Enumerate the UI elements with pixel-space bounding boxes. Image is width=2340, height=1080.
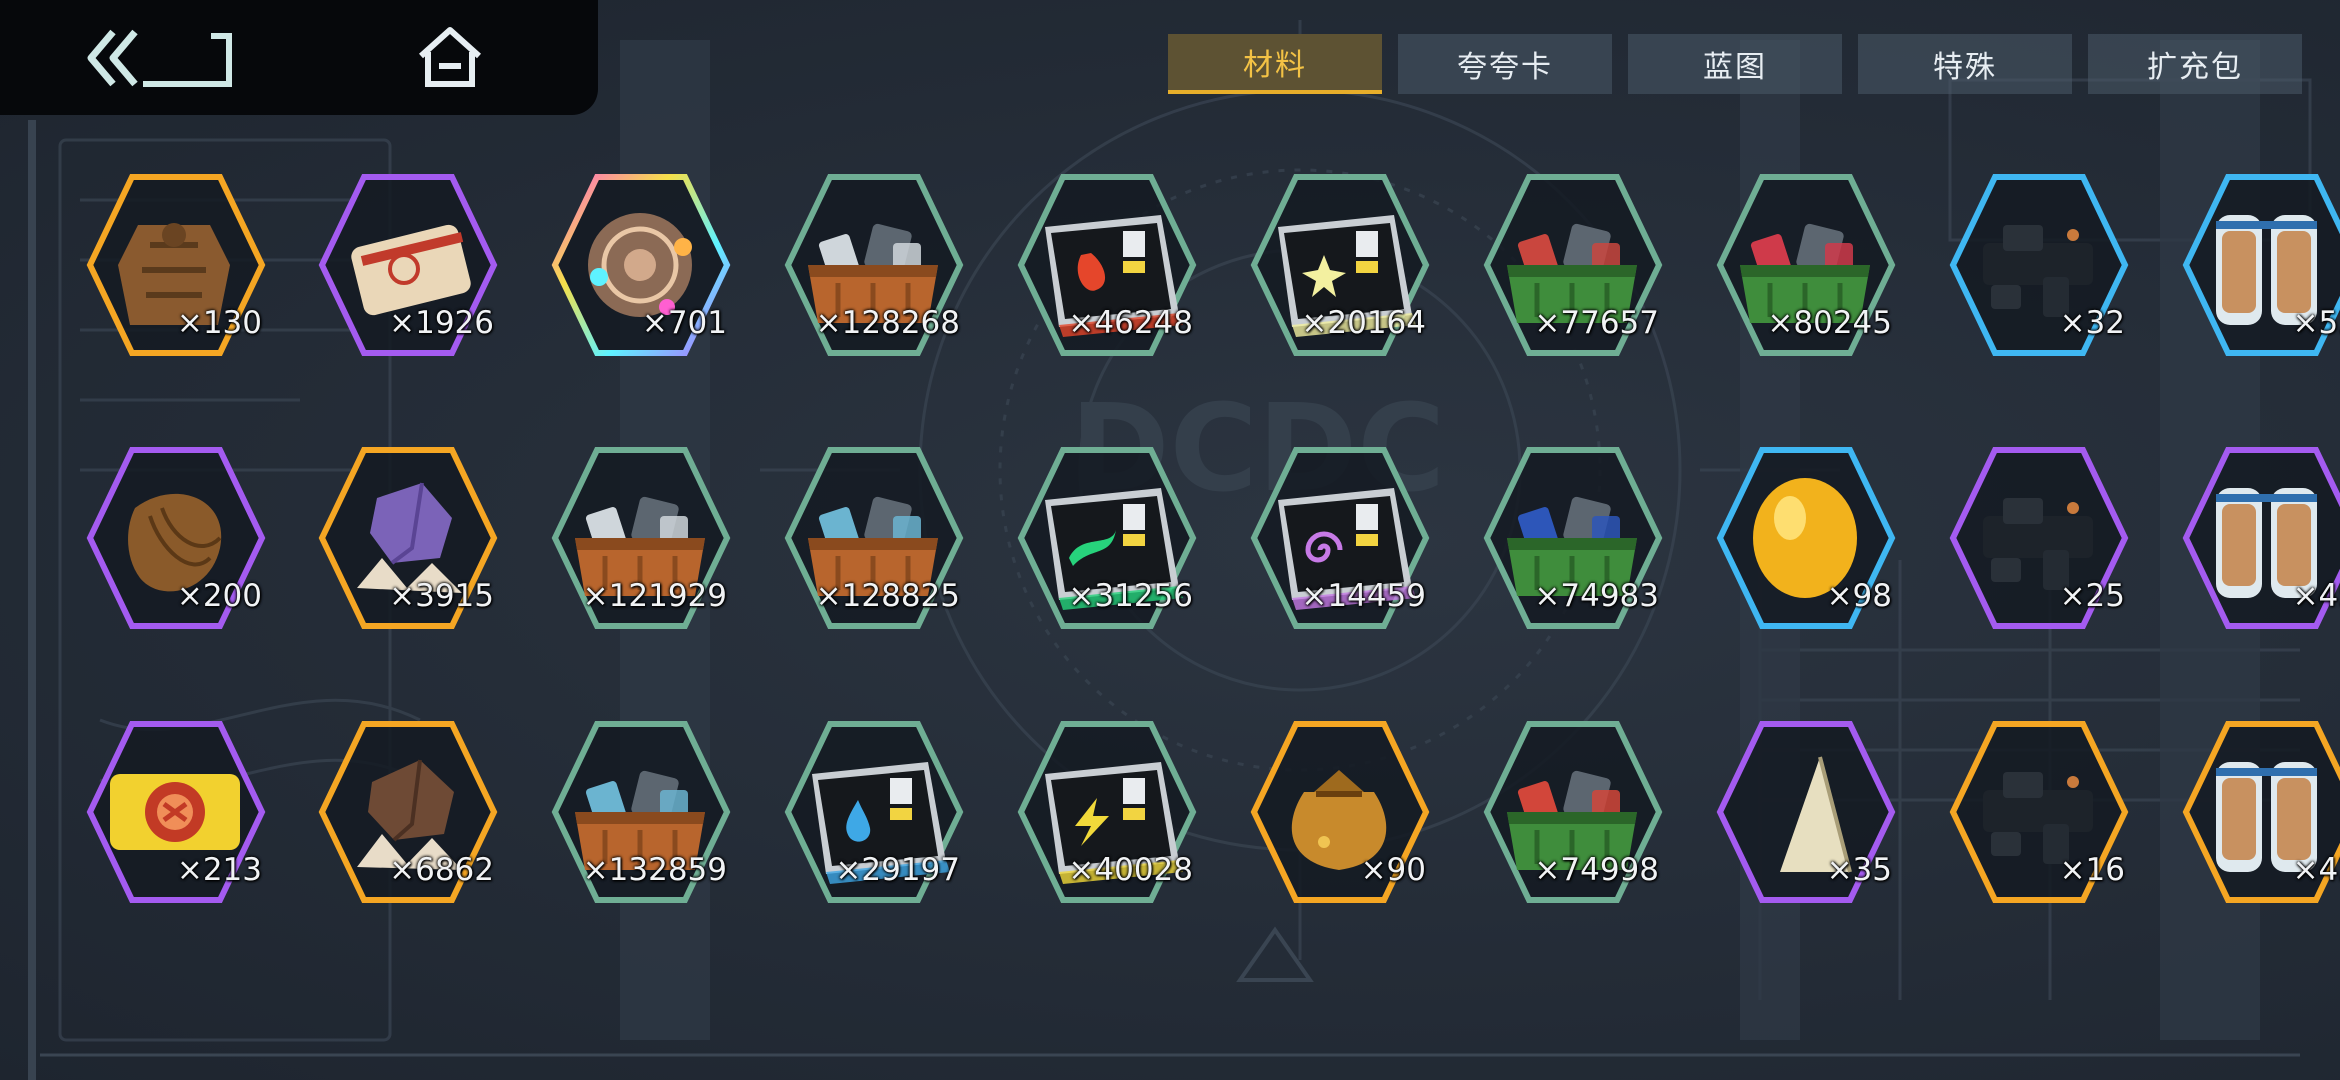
- inventory-screen: DCDC 材料 夸夸卡 蓝图 特殊 扩充包 ×130 ×1926 ×701 ×1…: [0, 0, 2340, 1080]
- mech-part-crate-item[interactable]: ×128825: [778, 438, 968, 638]
- item-count: ×200: [176, 578, 262, 614]
- double-chevron-back-icon: [87, 29, 232, 87]
- boot-crate-item[interactable]: ×74983: [1477, 438, 1667, 638]
- item-count: ×80245: [1767, 305, 1892, 341]
- star-chip-box-item[interactable]: ×20164: [1244, 165, 1434, 365]
- item-count: ×3915: [389, 578, 494, 614]
- toy-crate-item[interactable]: ×77657: [1477, 165, 1667, 365]
- item-count: ×20164: [1301, 305, 1426, 341]
- item-count: ×35: [1826, 852, 1892, 888]
- capsule-canister-item[interactable]: ×42: [2176, 712, 2340, 912]
- wind-chip-box-item[interactable]: ×31256: [1011, 438, 1201, 638]
- item-count: ×132859: [582, 852, 727, 888]
- item-count: ×45: [2292, 578, 2340, 614]
- item-count: ×1926: [389, 305, 494, 341]
- spiral-chip-box-item[interactable]: ×14459: [1244, 438, 1434, 638]
- left-rail: [28, 120, 36, 1080]
- item-count: ×16: [2059, 852, 2125, 888]
- weapon-part-item[interactable]: ×16: [1943, 712, 2133, 912]
- item-count: ×6862: [389, 852, 494, 888]
- item-art-icon: [588, 213, 692, 317]
- purple-crystal-item[interactable]: ×3915: [312, 438, 502, 638]
- pipe-crate-item[interactable]: ×121929: [545, 438, 735, 638]
- capsule-canister-item[interactable]: ×45: [2176, 438, 2340, 638]
- item-count: ×90: [1360, 852, 1426, 888]
- bronze-shell-item[interactable]: ×200: [80, 438, 270, 638]
- fire-ticket-item[interactable]: ×213: [80, 712, 270, 912]
- item-count: ×29197: [835, 852, 960, 888]
- weapon-part-item[interactable]: ×32: [1943, 165, 2133, 365]
- tool-crate-item[interactable]: ×128268: [778, 165, 968, 365]
- item-count: ×53: [2292, 305, 2340, 341]
- beige-wedge-item[interactable]: ×35: [1710, 712, 1900, 912]
- water-chip-box-item[interactable]: ×29197: [778, 712, 968, 912]
- rainbow-orb-item[interactable]: ×701: [545, 165, 735, 365]
- item-count: ×25: [2059, 578, 2125, 614]
- item-count: ×74998: [1534, 852, 1659, 888]
- gadget-crate-item[interactable]: ×74998: [1477, 712, 1667, 912]
- item-count: ×128825: [815, 578, 960, 614]
- tab-blueprints[interactable]: 蓝图: [1628, 34, 1842, 94]
- tab-praise-cards[interactable]: 夸夸卡: [1398, 34, 1612, 94]
- item-count: ×77657: [1534, 305, 1659, 341]
- item-count: ×130: [176, 305, 262, 341]
- tab-special[interactable]: 特殊: [1858, 34, 2072, 94]
- home-button[interactable]: [375, 18, 525, 98]
- item-count: ×128268: [815, 305, 960, 341]
- item-count: ×31256: [1068, 578, 1193, 614]
- gold-sack-item[interactable]: ×90: [1244, 712, 1434, 912]
- item-count: ×14459: [1301, 578, 1426, 614]
- item-count: ×42: [2292, 852, 2340, 888]
- fire-chip-box-item[interactable]: ×46248: [1011, 165, 1201, 365]
- amber-gem-item[interactable]: ×98: [1710, 438, 1900, 638]
- weapon-part-item[interactable]: ×25: [1943, 438, 2133, 638]
- item-count: ×213: [176, 852, 262, 888]
- item-count: ×32: [2059, 305, 2125, 341]
- brown-crystal-item[interactable]: ×6862: [312, 712, 502, 912]
- talisman-scroll-item[interactable]: ×1926: [312, 165, 502, 365]
- body-armor-item[interactable]: ×130: [80, 165, 270, 365]
- category-tabs: 材料 夸夸卡 蓝图 特殊 扩充包: [1168, 34, 2302, 94]
- tab-expansion-packs[interactable]: 扩充包: [2088, 34, 2302, 94]
- item-count: ×74983: [1534, 578, 1659, 614]
- blue-tool-crate-item[interactable]: ×132859: [545, 712, 735, 912]
- tab-materials[interactable]: 材料: [1168, 34, 1382, 94]
- item-count: ×40028: [1068, 852, 1193, 888]
- item-art-icon: [110, 774, 240, 850]
- item-count: ×98: [1826, 578, 1892, 614]
- thunder-chip-box-item[interactable]: ×40028: [1011, 712, 1201, 912]
- item-count: ×46248: [1068, 305, 1193, 341]
- capsule-canister-item[interactable]: ×53: [2176, 165, 2340, 365]
- home-icon: [418, 27, 482, 87]
- gem-crate-item[interactable]: ×80245: [1710, 165, 1900, 365]
- top-nav-bar: [0, 0, 598, 115]
- item-count: ×121929: [582, 578, 727, 614]
- item-count: ×701: [641, 305, 727, 341]
- back-button[interactable]: [85, 18, 235, 98]
